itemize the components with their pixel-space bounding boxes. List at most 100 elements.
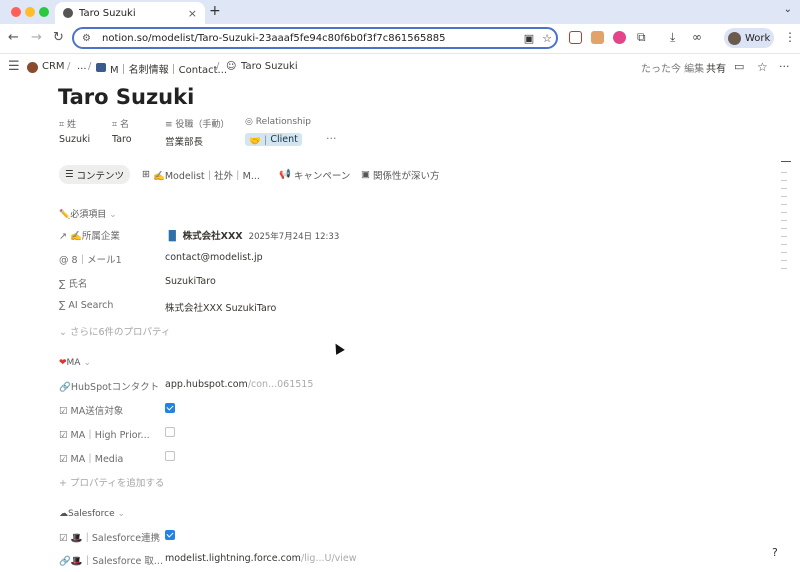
text-lines-icon: ≡: [165, 120, 176, 130]
breadcrumb-crm[interactable]: CRM: [42, 61, 65, 72]
prop-value-sf-url[interactable]: modelist.lightning.force.com/lig...U/vie…: [165, 553, 357, 564]
url-text[interactable]: notion.so/modelist/Taro-Suzuki-23aaaf5fe…: [102, 33, 520, 44]
prop-header-title[interactable]: ≡ 役職（手動）: [165, 117, 229, 130]
cloud-icon: ☁: [59, 509, 68, 519]
prop-label-hubspot[interactable]: 🔗HubSpotコンタクト: [59, 379, 159, 393]
prop-label-email[interactable]: @ 8｜メール1: [59, 252, 122, 266]
properties-more-button[interactable]: ···: [326, 132, 337, 145]
favorite-star-icon[interactable]: ☆: [757, 60, 768, 74]
tab-campaign[interactable]: 📢 キャンペーン: [273, 165, 356, 184]
tab-title: Taro Suzuki: [79, 7, 136, 19]
breadcrumb-ellipsis[interactable]: ...: [77, 61, 87, 72]
browser-menu-icon[interactable]: ⋮: [784, 30, 796, 44]
prop-header-last-name[interactable]: ⌗ 姓: [59, 117, 76, 130]
forward-arrow-icon[interactable]: →: [31, 30, 42, 45]
toc-mark[interactable]: [781, 172, 787, 173]
profile-button[interactable]: Work: [724, 28, 774, 48]
prop-label-sf-url[interactable]: 🔗🎩｜Salesforce 取...: [59, 553, 163, 567]
prop-value-first-name[interactable]: Taro: [112, 134, 132, 145]
prop-value-hubspot[interactable]: app.hubspot.com/con...061515: [165, 379, 313, 390]
bookmark-star-icon[interactable]: ☆: [538, 32, 556, 45]
ma-media-checkbox[interactable]: [165, 451, 175, 461]
relation-arrow-icon: ↗: [59, 231, 70, 242]
download-icon[interactable]: ⤓: [670, 30, 675, 45]
prop-label-ma-high-priority[interactable]: ☑ MA｜High Prior...: [59, 427, 150, 441]
sf-sync-checkbox[interactable]: [165, 530, 175, 540]
tab-close-contacts[interactable]: ▣ 関係性が深い方: [355, 165, 446, 184]
sidebar-menu-icon[interactable]: ☰: [8, 59, 20, 74]
link-icon[interactable]: ∞: [692, 30, 702, 44]
browser-toolbar: ← → ↻ ⚙ notion.so/modelist/Taro-Suzuki-2…: [0, 24, 800, 54]
url-link-icon: 🔗: [59, 556, 71, 567]
site-info-icon[interactable]: ⚙: [82, 33, 96, 44]
prop-header-first-name[interactable]: ⌗ 名: [112, 117, 129, 130]
prop-header-relationship[interactable]: ◎ Relationship: [245, 117, 311, 127]
tab-close-icon[interactable]: ×: [188, 7, 197, 20]
prop-label-fullname[interactable]: ∑ 氏名: [59, 276, 87, 290]
prop-label-sf-sync[interactable]: ☑ 🎩｜Salesforce連携: [59, 530, 160, 544]
more-menu-icon[interactable]: ···: [779, 60, 790, 73]
share-button[interactable]: 共有: [706, 60, 726, 75]
extension-color-icon[interactable]: [613, 31, 626, 44]
relationship-tag[interactable]: 🤝｜ Client: [245, 133, 302, 147]
toc-mark[interactable]: [781, 180, 787, 181]
new-tab-button[interactable]: +: [209, 3, 221, 19]
toc-mark[interactable]: [781, 196, 787, 197]
section-salesforce-toggle[interactable]: ☁Salesforce ⌄: [59, 509, 125, 519]
prop-value-ai-search[interactable]: 株式会社XXX SuzukiTaro: [165, 300, 276, 314]
toc-mark[interactable]: [781, 244, 787, 245]
toc-mark[interactable]: [781, 260, 787, 261]
back-arrow-icon[interactable]: ←: [8, 30, 19, 45]
ma-target-checkbox[interactable]: [165, 403, 175, 413]
tab-search-button[interactable]: ⌄: [784, 4, 792, 15]
building-icon: ▐▌: [165, 231, 183, 242]
minimize-window-button[interactable]: [25, 7, 35, 17]
prop-value-title[interactable]: 営業部長: [165, 134, 203, 148]
prop-value-last-name[interactable]: Suzuki: [59, 134, 90, 145]
tab-contents[interactable]: ☰ コンテンツ: [59, 165, 131, 184]
megaphone-icon: 📢: [279, 169, 294, 180]
avatar: [728, 31, 741, 45]
toc-mark[interactable]: [781, 228, 787, 229]
notion-favicon-icon: [63, 8, 73, 18]
browser-tab[interactable]: Taro Suzuki ×: [55, 2, 205, 24]
address-bar[interactable]: ⚙ notion.so/modelist/Taro-Suzuki-23aaaf5…: [72, 27, 558, 49]
toc-mark[interactable]: [781, 188, 787, 189]
toc-mark[interactable]: [781, 252, 787, 253]
section-required-toggle[interactable]: ✏️必須項目 ⌄: [59, 207, 117, 220]
crm-icon: [27, 62, 38, 73]
page-title[interactable]: Taro Suzuki: [58, 85, 194, 109]
ma-high-priority-checkbox[interactable]: [165, 427, 175, 437]
section-ma-toggle[interactable]: ❤MA ⌄: [59, 358, 91, 368]
toc-mark[interactable]: [781, 236, 787, 237]
close-window-button[interactable]: [11, 7, 21, 17]
zoom-window-button[interactable]: [39, 7, 49, 17]
tab-modelist[interactable]: ⊞ ✍️Modelist｜社外｜M...: [136, 165, 266, 184]
contact-db-icon: [96, 63, 106, 72]
toc-mark[interactable]: [781, 161, 791, 162]
prop-value-fullname[interactable]: SuzukiTaro: [165, 276, 216, 287]
extension-calendar-icon[interactable]: [569, 31, 582, 44]
breadcrumb-page[interactable]: Taro Suzuki: [241, 61, 298, 72]
breadcrumb-contact-db[interactable]: M｜名刺情報｜Contact...: [110, 61, 227, 76]
checkbox-prop-icon: ☑: [59, 454, 71, 465]
prop-label-ai-search[interactable]: ∑ AI Search: [59, 300, 113, 311]
toc-mark[interactable]: [781, 268, 787, 269]
toc-mark[interactable]: [781, 212, 787, 213]
notion-icon[interactable]: ▣: [520, 32, 538, 45]
prop-label-ma-target[interactable]: ☑ MA送信対象: [59, 403, 123, 417]
help-button[interactable]: ?: [772, 546, 778, 559]
prop-value-company[interactable]: ▐▌ 株式会社XXX 2025年7月24日 12:33: [165, 228, 339, 242]
prop-label-company[interactable]: ↗ ✍️所属企業: [59, 228, 120, 242]
panel-icon[interactable]: ▭: [734, 60, 744, 73]
prop-label-ma-media[interactable]: ☑ MA｜Media: [59, 451, 123, 465]
checkbox-prop-icon: ☑: [59, 406, 71, 417]
prop-value-email[interactable]: contact@modelist.jp: [165, 252, 263, 263]
extension-image-icon[interactable]: [591, 31, 604, 44]
toc-mark[interactable]: [781, 220, 787, 221]
extensions-puzzle-icon[interactable]: ⧉: [637, 30, 646, 45]
toc-mark[interactable]: [781, 204, 787, 205]
add-property-button[interactable]: + プロパティを追加する: [59, 475, 164, 489]
reload-icon[interactable]: ↻: [53, 30, 64, 45]
more-properties-toggle[interactable]: ⌄ さらに6件のプロパティ: [59, 324, 170, 338]
